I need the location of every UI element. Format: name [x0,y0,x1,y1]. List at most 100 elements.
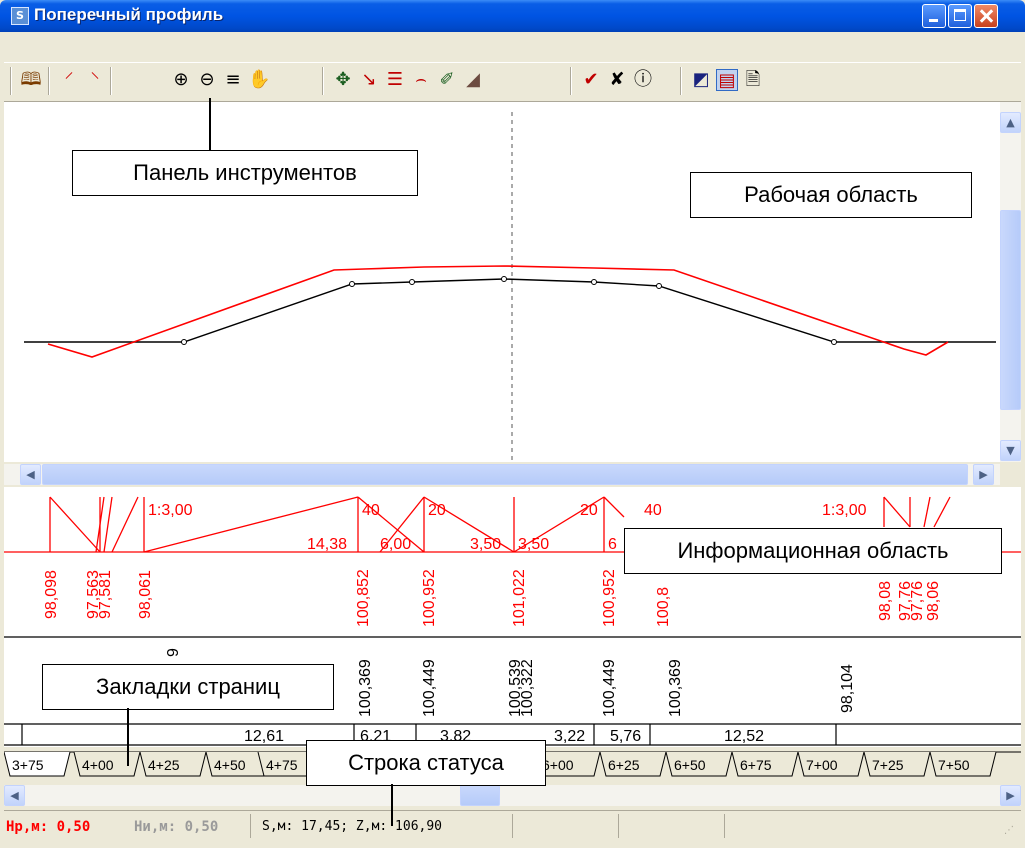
page-tab[interactable]: 4+00 [73,751,141,777]
page-tab-label[interactable]: 6+00 [542,757,574,773]
page-tab[interactable]: 7+50 [929,751,997,777]
status-hi: Ни,м: 0,50 [134,819,219,835]
page-tab-label[interactable]: 7+00 [806,757,838,773]
page-tab[interactable]: 7+25 [863,751,931,777]
vertical-scrollbar[interactable]: ▲ ▼ [1000,102,1021,462]
scroll-thumb[interactable] [460,785,500,806]
application-window: S Поперечный профиль 🕮 ⸍ ⸌ ⊕ ⊖ ≡ ✋ ✥ ↘ ☰… [0,0,1025,848]
status-hr: Нр,м: 0,50 [6,819,91,835]
properties-icon[interactable]: 🗎 [742,69,764,91]
toolbar-separator [570,67,572,95]
page-tab-label[interactable]: 4+25 [148,757,180,773]
page-tab[interactable]: 6+75 [731,751,799,777]
page-tab[interactable]: 4+25 [139,751,207,777]
title-bar[interactable]: S Поперечный профиль [0,0,1025,32]
page-tab[interactable]: 3+75 [3,751,71,777]
page-tab-label[interactable]: 3+75 [12,757,44,773]
vertex-marker[interactable] [591,279,597,285]
page-tab-label[interactable]: 4+50 [214,757,246,773]
toolbar: 🕮 ⸍ ⸌ ⊕ ⊖ ≡ ✋ ✥ ↘ ☰ ⌢ ✐ ◢ ✔ ✘ ⓘ ◩ ▤ 🗎 [4,62,1021,102]
horizontal-scrollbar[interactable]: ◀ ▶ [4,464,1000,485]
pages-scrollbar[interactable]: ◀ ▶ [4,785,1021,806]
scroll-down-button[interactable]: ▼ [1000,440,1021,461]
minimize-button[interactable] [922,4,946,28]
draw-line-icon[interactable]: ↘ [358,69,380,91]
elevation-design: 101,022 [511,569,528,627]
cut-icon[interactable]: ✐ [436,69,458,91]
vertex-marker[interactable] [181,339,187,345]
vertex-marker[interactable] [501,276,507,282]
fill-icon[interactable]: ◩ [690,69,712,91]
app-icon: S [11,7,29,25]
pan-hand-icon[interactable]: ✋ [248,69,270,91]
add-point-icon[interactable]: ⸍ [58,69,80,91]
page-tab-label[interactable]: 6+50 [674,757,706,773]
elevation-design: 100,952 [601,569,618,627]
zoom-out-icon[interactable]: ⊖ [196,69,218,91]
elevation-ground: 100,449 [421,659,438,717]
scroll-thumb[interactable] [42,464,968,485]
scroll-up-button[interactable]: ▲ [1000,112,1021,133]
callout-infoarea: Информационная область [624,528,1002,574]
vertex-marker[interactable] [656,283,662,289]
status-coords: S,м: 17,45; Z,м: 106,90 [262,819,443,834]
book-icon[interactable]: 🕮 [20,69,42,91]
slope-label: 40 [644,502,662,519]
scroll-right-button[interactable]: ▶ [1000,785,1021,806]
curve-icon[interactable]: ⌢ [410,69,432,91]
slope-label: 1:3,00 [148,502,193,519]
page-tab-label[interactable]: 7+50 [938,757,970,773]
page-tab[interactable]: 7+00 [797,751,865,777]
elevation-design: 97,581 [97,570,114,619]
delete-point-icon[interactable]: ⸌ [84,69,106,91]
elevation-design: 97,76 [909,581,926,621]
vertex-marker[interactable] [409,279,415,285]
resize-grip-icon[interactable]: ⋰ [1004,825,1014,836]
ground-line [24,278,996,343]
scroll-right-button[interactable]: ▶ [973,464,994,485]
scroll-thumb[interactable] [1000,210,1021,410]
maximize-button[interactable] [948,4,972,28]
elevation-design: 100,852 [355,569,372,627]
page-tab-label[interactable]: 7+25 [872,757,904,773]
window-title: Поперечный профиль [34,5,224,24]
zoom-in-icon[interactable]: ⊕ [170,69,192,91]
distance-value: 5,76 [610,728,641,745]
status-bar: Нр,м: 0,50 Ни,м: 0,50 S,м: 17,45; Z,м: 1… [4,810,1021,841]
callout-toolbar: Панель инструментов [72,150,418,196]
toolbar-separator [48,67,50,95]
callout-leader [209,98,211,150]
page-tab[interactable]: 6+50 [665,751,733,777]
status-separator [512,814,513,838]
callout-leader [391,784,393,826]
toolbar-separator [10,67,12,95]
page-tab-label[interactable]: 4+00 [82,757,114,773]
vertex-marker[interactable] [349,281,355,287]
scroll-left-button[interactable]: ◀ [20,464,41,485]
move-point-icon[interactable]: ✥ [332,69,354,91]
info-icon[interactable]: ⓘ [632,69,654,91]
page-tab[interactable]: 6+25 [599,751,667,777]
page-tab-label[interactable]: 6+75 [740,757,772,773]
layers-icon[interactable]: ≡ [222,69,244,91]
slope-label: 20 [580,502,598,519]
status-separator [724,814,725,838]
elevation-ground: 9 [165,648,182,657]
ground-vertices [181,276,837,345]
elevation-design: 98,08 [877,581,894,621]
elevation-design: 98,061 [137,570,154,619]
page-tab-label[interactable]: 4+75 [266,757,298,773]
slope-icon[interactable]: ☰ [384,69,406,91]
move-vertex-icon[interactable]: ✘ [606,69,628,91]
scroll-left-button[interactable]: ◀ [4,785,25,806]
elevation-design: 100,952 [421,569,438,627]
insert-vertex-icon[interactable]: ✔ [580,69,602,91]
page-tab-label[interactable]: 6+25 [608,757,640,773]
distance-value: 3,22 [554,728,585,745]
terrain-icon[interactable]: ◢ [462,69,484,91]
vertex-marker[interactable] [831,339,837,345]
toolbar-separator [322,67,324,95]
close-button[interactable] [974,4,998,28]
table-icon[interactable]: ▤ [716,69,738,91]
elevation-design: 98,098 [43,570,60,619]
